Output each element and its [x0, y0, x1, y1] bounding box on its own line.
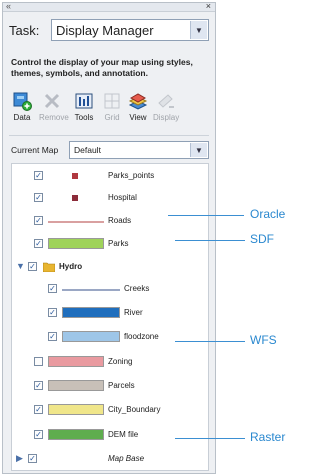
layer-checkbox[interactable]: ✓	[48, 284, 57, 293]
layer-name: Parks	[108, 239, 129, 248]
group-name: Hydro	[59, 262, 83, 271]
group-row-map-base[interactable]: ▶ ✓ Map Base	[12, 449, 208, 469]
layer-name: City_Boundary	[108, 405, 161, 414]
layer-checkbox[interactable]: ✓	[28, 262, 37, 271]
group-name: Map Base	[108, 454, 145, 463]
task-select-value: Display Manager	[56, 23, 154, 38]
point-symbol	[72, 173, 78, 179]
panel-description: Control the display of your map using st…	[11, 57, 193, 78]
layer-row[interactable]: Zoning	[12, 352, 208, 372]
layer-row[interactable]: ✓ Parks	[12, 234, 208, 254]
callout-wfs: WFS	[250, 333, 277, 347]
layer-row[interactable]: ✓ Creeks	[12, 279, 208, 299]
layer-checkbox[interactable]: ✓	[34, 193, 43, 202]
remove-label: Remove	[39, 113, 69, 122]
chevron-down-icon[interactable]: ▼	[190, 143, 207, 157]
current-map-label: Current Map	[11, 145, 59, 155]
display-manager-panel: « × Task: Display Manager ▼ Control the …	[2, 1, 216, 474]
layer-row[interactable]: ✓ floodzone	[12, 327, 208, 347]
chevron-down-icon[interactable]: ▼	[190, 21, 207, 39]
tools-icon	[75, 93, 93, 109]
view-label: View	[129, 113, 147, 122]
task-label: Task:	[9, 23, 40, 38]
data-button[interactable]: Data	[9, 87, 35, 131]
divider	[9, 135, 209, 136]
layer-name: Zoning	[108, 357, 133, 366]
callout-line-oracle	[168, 215, 244, 216]
current-map-row: Current Map Default ▼	[9, 141, 209, 159]
data-label: Data	[13, 113, 31, 122]
polygon-symbol	[48, 238, 104, 249]
polygon-symbol	[48, 429, 104, 440]
layer-checkbox[interactable]	[34, 357, 43, 366]
layer-row[interactable]: ✓ Roads	[12, 211, 208, 231]
polygon-symbol	[48, 404, 104, 415]
expand-arrow-icon[interactable]: ▼	[16, 261, 25, 271]
layer-row[interactable]: ✓ Parks_points	[12, 166, 208, 186]
view-button[interactable]: View	[125, 87, 151, 131]
callout-oracle: Oracle	[250, 207, 286, 221]
layer-row[interactable]: ✓ Parcels	[12, 376, 208, 396]
task-row: Task: Display Manager ▼	[9, 17, 209, 45]
layer-name: Parks_points	[108, 171, 155, 180]
tools-button[interactable]: Tools	[71, 87, 97, 131]
folder-icon	[43, 262, 55, 272]
current-map-select[interactable]: Default ▼	[69, 141, 209, 159]
layer-row[interactable]: ✓ City_Boundary	[12, 400, 208, 420]
layer-checkbox[interactable]: ✓	[34, 381, 43, 390]
polygon-symbol	[48, 356, 104, 367]
layer-name: River	[124, 308, 143, 317]
expand-arrow-icon[interactable]: ▶	[16, 453, 23, 464]
callout-line-sdf	[175, 240, 245, 241]
point-symbol	[72, 195, 78, 201]
tools-label: Tools	[74, 113, 94, 122]
panel-titlebar[interactable]: « ×	[3, 1, 215, 12]
callout-raster: Raster	[250, 430, 286, 444]
layer-checkbox[interactable]: ✓	[48, 332, 57, 341]
layer-checkbox[interactable]: ✓	[34, 405, 43, 414]
layer-name: DEM file	[108, 430, 139, 439]
line-symbol	[62, 289, 120, 291]
layer-checkbox[interactable]: ✓	[34, 171, 43, 180]
layer-checkbox[interactable]: ✓	[28, 454, 37, 463]
close-icon[interactable]: ×	[206, 1, 211, 11]
callout-line-raster	[175, 438, 245, 439]
layer-row[interactable]: ✓ River	[12, 303, 208, 323]
display-label: Display	[153, 113, 180, 122]
polygon-symbol	[62, 307, 120, 318]
group-row-hydro[interactable]: ▼ ✓ Hydro	[12, 257, 208, 277]
polygon-symbol	[62, 331, 120, 342]
callout-line-wfs	[175, 341, 245, 342]
task-select[interactable]: Display Manager ▼	[51, 19, 209, 41]
line-symbol	[48, 221, 104, 223]
display-button[interactable]: Display	[153, 87, 179, 131]
remove-button[interactable]: Remove	[39, 87, 69, 131]
collapse-icon[interactable]: «	[6, 1, 11, 11]
layer-tree[interactable]: ✓ Parks_points ✓ Hospital ✓ Roads ✓ Park…	[11, 163, 209, 471]
layer-name: Hospital	[108, 193, 137, 202]
layer-name: Parcels	[108, 381, 135, 390]
layer-name: floodzone	[124, 332, 159, 341]
display-icon	[158, 94, 174, 108]
layer-row[interactable]: ✓ Hospital	[12, 188, 208, 208]
grid-button[interactable]: Grid	[99, 87, 125, 131]
layer-checkbox[interactable]: ✓	[34, 216, 43, 225]
add-data-icon	[13, 92, 32, 111]
callout-sdf: SDF	[250, 232, 274, 246]
layer-name: Roads	[108, 216, 132, 225]
remove-x-icon	[44, 93, 60, 109]
current-map-value: Default	[74, 145, 101, 155]
polygon-symbol	[48, 380, 104, 391]
view-icon	[128, 93, 148, 110]
layer-row[interactable]: ✓ DEM file	[12, 425, 208, 445]
grid-icon	[104, 93, 120, 109]
layer-checkbox[interactable]: ✓	[34, 430, 43, 439]
layer-checkbox[interactable]: ✓	[34, 239, 43, 248]
grid-label: Grid	[104, 113, 120, 122]
layer-checkbox[interactable]: ✓	[48, 308, 57, 317]
toolbar: Data Remove Tools Grid View Display	[9, 87, 209, 133]
layer-name: Creeks	[124, 284, 150, 293]
